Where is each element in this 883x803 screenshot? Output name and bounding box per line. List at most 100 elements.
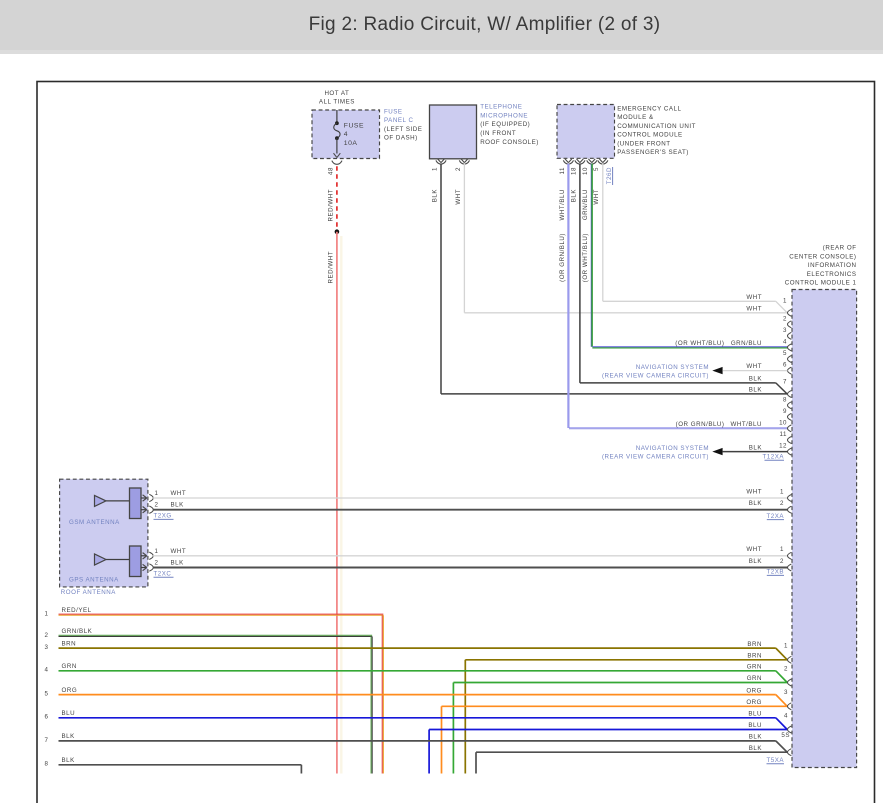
svg-text:T2XB: T2XB xyxy=(766,569,784,576)
svg-text:(REAR VIEW CAMERA CIRCUIT): (REAR VIEW CAMERA CIRCUIT) xyxy=(602,453,709,460)
svg-text:(OR WHT/BLU): (OR WHT/BLU) xyxy=(582,233,589,282)
svg-text:RED/WHT: RED/WHT xyxy=(327,251,334,284)
svg-text:(UNDER FRONT: (UNDER FRONT xyxy=(617,140,670,147)
svg-text:1: 1 xyxy=(780,546,784,553)
svg-text:9: 9 xyxy=(783,408,787,415)
svg-text:MICROPHONE: MICROPHONE xyxy=(480,113,528,120)
svg-text:2: 2 xyxy=(45,632,49,639)
svg-text:5: 5 xyxy=(593,167,600,171)
svg-text:GRN/BLU: GRN/BLU xyxy=(731,340,762,347)
svg-text:1: 1 xyxy=(780,488,784,495)
svg-text:WHT: WHT xyxy=(746,363,762,370)
svg-text:BLK: BLK xyxy=(62,733,76,740)
svg-text:11: 11 xyxy=(780,431,788,438)
svg-text:11: 11 xyxy=(559,167,566,175)
svg-text:ROOF ANTENNA: ROOF ANTENNA xyxy=(61,589,116,596)
svg-text:BLU: BLU xyxy=(748,722,762,729)
svg-text:T2XC: T2XC xyxy=(154,570,172,577)
svg-text:6: 6 xyxy=(783,362,787,369)
svg-text:1: 1 xyxy=(155,548,159,555)
svg-text:INFORMATION: INFORMATION xyxy=(808,262,857,269)
svg-text:2: 2 xyxy=(155,502,159,509)
svg-text:10A: 10A xyxy=(344,140,358,147)
svg-text:WHT: WHT xyxy=(455,189,462,205)
svg-text:TELEPHONE: TELEPHONE xyxy=(480,104,522,111)
svg-text:T26D: T26D xyxy=(606,167,613,184)
svg-text:EMERGENCY CALL: EMERGENCY CALL xyxy=(617,105,681,112)
svg-text:GRN: GRN xyxy=(747,675,762,682)
svg-text:T12XA: T12XA xyxy=(762,453,784,460)
svg-text:T5XA: T5XA xyxy=(766,757,784,764)
svg-text:BLK: BLK xyxy=(749,745,763,752)
svg-text:CENTER CONSOLE): CENTER CONSOLE) xyxy=(789,253,856,260)
svg-text:BLK: BLK xyxy=(749,444,763,451)
svg-text:NAVIGATION SYSTEM: NAVIGATION SYSTEM xyxy=(636,364,709,371)
svg-text:18: 18 xyxy=(570,167,577,175)
svg-text:BLU: BLU xyxy=(62,710,76,717)
svg-text:4: 4 xyxy=(783,338,787,345)
svg-text:WHT: WHT xyxy=(746,306,762,313)
svg-text:PANEL C: PANEL C xyxy=(384,117,413,124)
svg-text:12: 12 xyxy=(779,443,787,450)
svg-text:2: 2 xyxy=(780,558,784,565)
svg-text:BRN: BRN xyxy=(747,653,762,660)
svg-text:3: 3 xyxy=(784,689,788,696)
svg-text:RED/WHT: RED/WHT xyxy=(327,189,334,222)
svg-text:(REAR VIEW CAMERA CIRCUIT): (REAR VIEW CAMERA CIRCUIT) xyxy=(602,372,709,379)
svg-text:GRN/BLK: GRN/BLK xyxy=(62,628,93,635)
svg-text:BLK: BLK xyxy=(171,502,185,509)
svg-text:WHT: WHT xyxy=(593,189,600,205)
svg-text:BLK: BLK xyxy=(749,734,763,741)
svg-text:1: 1 xyxy=(431,167,438,171)
svg-text:ORG: ORG xyxy=(62,687,78,694)
svg-text:(IN FRONT: (IN FRONT xyxy=(480,130,516,137)
svg-text:WHT: WHT xyxy=(746,294,762,301)
svg-text:1: 1 xyxy=(155,490,159,497)
svg-text:WHT/BLU: WHT/BLU xyxy=(731,421,762,428)
svg-text:WHT: WHT xyxy=(746,488,762,495)
svg-text:BLK: BLK xyxy=(749,558,763,565)
svg-text:2: 2 xyxy=(784,665,788,672)
svg-text:WHT: WHT xyxy=(746,546,762,553)
svg-text:GRN/BLU: GRN/BLU xyxy=(582,189,589,220)
svg-text:4: 4 xyxy=(45,667,49,674)
svg-text:ORG: ORG xyxy=(746,687,762,694)
svg-text:7: 7 xyxy=(45,737,49,744)
svg-text:T2XA: T2XA xyxy=(766,513,784,520)
svg-text:8: 8 xyxy=(45,761,49,768)
svg-text:ELECTRONICS: ELECTRONICS xyxy=(807,271,857,278)
svg-text:BLK: BLK xyxy=(62,757,76,764)
svg-text:BLU: BLU xyxy=(748,711,762,718)
svg-text:(REAR OF: (REAR OF xyxy=(823,245,857,252)
svg-text:COMMUNICATION UNIT: COMMUNICATION UNIT xyxy=(617,123,696,130)
svg-text:10: 10 xyxy=(582,167,589,175)
svg-text:T2XG: T2XG xyxy=(154,513,172,520)
svg-text:BLK: BLK xyxy=(749,500,763,507)
svg-text:5S: 5S xyxy=(781,732,790,739)
svg-text:OF DASH): OF DASH) xyxy=(384,135,418,142)
svg-text:(OR GRN/BLU): (OR GRN/BLU) xyxy=(676,421,725,428)
svg-text:GSM ANTENNA: GSM ANTENNA xyxy=(69,519,120,526)
svg-text:(IF EQUIPPED): (IF EQUIPPED) xyxy=(480,121,530,128)
svg-text:NAVIGATION SYSTEM: NAVIGATION SYSTEM xyxy=(636,445,709,452)
svg-text:GRN: GRN xyxy=(747,664,762,671)
svg-text:1: 1 xyxy=(784,643,788,650)
svg-text:BRN: BRN xyxy=(747,641,762,648)
svg-text:2: 2 xyxy=(783,315,787,322)
svg-text:BLK: BLK xyxy=(570,189,577,203)
svg-text:2: 2 xyxy=(780,500,784,507)
svg-text:ORG: ORG xyxy=(746,699,762,706)
svg-text:ALL TIMES: ALL TIMES xyxy=(319,99,355,106)
svg-text:WHT/BLU: WHT/BLU xyxy=(559,189,566,220)
svg-text:8: 8 xyxy=(783,396,787,403)
svg-text:FUSE: FUSE xyxy=(344,123,364,130)
svg-text:BLK: BLK xyxy=(431,189,438,203)
svg-text:3: 3 xyxy=(45,644,49,651)
svg-text:CONTROL MODULE 1: CONTROL MODULE 1 xyxy=(785,280,857,287)
svg-text:GPS ANTENNA: GPS ANTENNA xyxy=(69,577,119,584)
svg-text:4: 4 xyxy=(344,131,348,138)
svg-text:(LEFT SIDE: (LEFT SIDE xyxy=(384,126,422,133)
svg-text:2: 2 xyxy=(455,167,462,171)
svg-text:HOT AT: HOT AT xyxy=(324,90,349,97)
svg-text:WHT: WHT xyxy=(171,490,187,497)
